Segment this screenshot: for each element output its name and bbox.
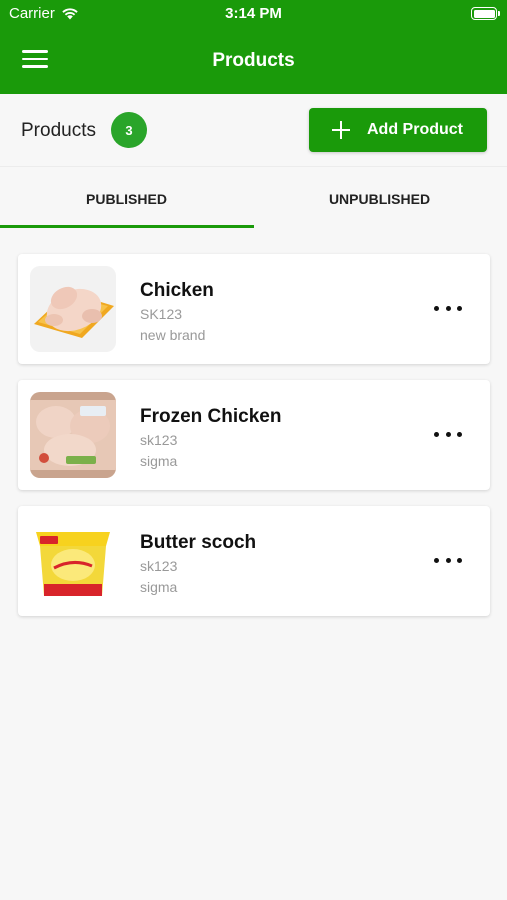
product-name: Butter scoch — [140, 532, 257, 553]
tab-published[interactable]: PUBLISHED — [0, 168, 253, 230]
product-sku: sk123 — [140, 432, 178, 448]
product-brand: new brand — [140, 327, 206, 343]
product-image-chicken — [30, 266, 116, 352]
product-image-butter — [30, 518, 116, 604]
status-time: 3:14 PM — [225, 5, 282, 22]
product-card[interactable]: Frozen Chicken sk123 sigma — [18, 380, 490, 490]
more-options-icon[interactable] — [434, 426, 462, 442]
tab-unpublished[interactable]: UNPUBLISHED — [253, 168, 506, 230]
product-brand: sigma — [140, 579, 178, 595]
nav-bar: Products — [0, 28, 507, 94]
product-card[interactable]: Butter scoch sk123 sigma — [18, 506, 490, 616]
add-product-label: Add Product — [367, 121, 463, 138]
product-brand: sigma — [140, 453, 178, 469]
add-product-button[interactable]: Add Product — [309, 108, 487, 152]
product-tabs: PUBLISHED UNPUBLISHED — [0, 168, 507, 230]
plus-icon — [331, 120, 351, 140]
active-tab-indicator — [0, 225, 254, 228]
more-options-icon[interactable] — [434, 300, 462, 316]
product-sku: SK123 — [140, 306, 183, 322]
product-name: Chicken — [140, 280, 214, 301]
products-summary: Products 3 Add Product — [0, 94, 507, 167]
more-options-icon[interactable] — [434, 552, 462, 568]
battery-icon — [471, 7, 500, 20]
product-sku: sk123 — [140, 558, 178, 574]
page-title: Products — [212, 50, 295, 71]
product-image-frozen-chicken — [30, 392, 116, 478]
status-bar: Carrier 3:14 PM — [0, 0, 507, 28]
product-name: Frozen Chicken — [140, 406, 282, 427]
products-count-badge: 3 — [111, 112, 147, 148]
app-header: Carrier 3:14 PM Products — [0, 0, 507, 94]
product-card[interactable]: Chicken SK123 new brand — [18, 254, 490, 364]
products-count-label: Products — [21, 120, 96, 141]
